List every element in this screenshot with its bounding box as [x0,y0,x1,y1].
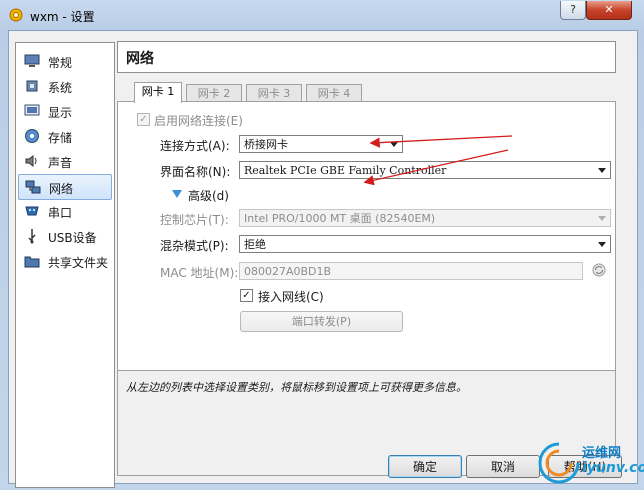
description-text: 从左边的列表中选择设置类别，将鼠标移到设置项上可获得更多信息。 [126,381,467,394]
display-icon [24,104,40,116]
adapter-name-label: 界面名称(N): [160,165,231,179]
sidebar-item-display[interactable]: 显示 [18,99,112,123]
mac-address-value: 080027A0BD1B [244,265,332,278]
watermark-brand: 运维网 [582,446,622,461]
tab-adapter-4[interactable]: 网卡 4 [306,84,362,102]
page-header: 网络 [117,41,616,73]
sidebar-item-storage[interactable]: 存储 [18,124,112,148]
advanced-toggle[interactable]: 高级(d) [188,187,229,204]
chip-icon [26,80,38,92]
speaker-icon [25,155,37,167]
cancel-button[interactable]: 取消 [466,455,540,478]
sidebar-item-shared-folders[interactable]: 共享文件夹 [18,249,112,273]
attached-to-select[interactable]: 桥接网卡 [239,135,403,153]
tab-adapter-1[interactable]: 网卡 1 [134,82,182,103]
sidebar-item-label: USB设备 [48,231,97,245]
adapter-type-label: 控制芯片(T): [160,213,229,227]
mac-address-label: MAC 地址(M): [160,266,239,280]
sidebar-item-label: 声音 [48,156,73,170]
disk-icon [25,129,39,143]
adapter-name-value: Realtek PCIe GBE Family Controller [244,164,447,177]
promiscuous-mode-value: 拒绝 [244,238,266,251]
watermark: 运维网 iyunv.com [538,440,644,486]
attached-to-label: 连接方式(A): [160,139,230,153]
adapter-type-select[interactable]: Intel PRO/1000 MT 桌面 (82540EM) [239,209,611,227]
watermark-logo-icon [538,442,580,484]
usb-icon [28,229,36,244]
tab-adapter-3[interactable]: 网卡 3 [246,84,302,102]
tab-adapter-2[interactable]: 网卡 2 [186,84,242,102]
chevron-down-icon [390,142,398,147]
cable-connected-label: 接入网线(C) [258,290,324,304]
close-window-button[interactable]: ✕ [586,1,632,20]
adapter-name-select[interactable]: Realtek PCIe GBE Family Controller [239,161,611,179]
port-forwarding-button[interactable]: 端口转发(P) [240,311,403,332]
watermark-url: iyunv.com [582,460,644,476]
promiscuous-mode-select[interactable]: 拒绝 [239,235,611,253]
sidebar-item-label: 共享文件夹 [48,256,109,270]
enable-adapter-label: 启用网络连接(E) [154,114,243,128]
settings-category-list: 常规 系统 显示 存储 声音 网络 串口 USB设备 共享文件夹 [15,42,115,488]
chevron-down-icon [598,168,606,173]
mac-address-field[interactable]: 080027A0BD1B [239,262,583,280]
cable-connected-checkbox[interactable]: ✓ [240,289,253,302]
page-title: 网络 [126,51,154,67]
sidebar-item-network[interactable]: 网络 [18,174,112,200]
adapter-type-value: Intel PRO/1000 MT 桌面 (82540EM) [244,212,436,225]
gear-icon [9,8,23,22]
sidebar-item-label: 串口 [48,206,73,220]
folder-icon [24,256,40,268]
sidebar-item-label: 网络 [49,182,74,196]
expand-triangle-icon[interactable] [172,190,182,198]
refresh-mac-icon[interactable] [591,262,607,278]
sidebar-item-label: 显示 [48,106,73,120]
network-icon [25,180,41,194]
sidebar-item-audio[interactable]: 声音 [18,149,112,173]
sidebar-item-label: 存储 [48,131,73,145]
sidebar-item-system[interactable]: 系统 [18,74,112,98]
ok-button[interactable]: 确定 [388,455,462,478]
help-window-button[interactable]: ? [560,1,586,20]
promiscuous-mode-label: 混杂模式(P): [160,239,229,253]
serial-port-icon [25,206,39,216]
title-bar[interactable]: wxm - 设置 ? ✕ [0,0,644,30]
attached-to-value: 桥接网卡 [244,138,288,151]
enable-adapter-checkbox[interactable]: ✓ [137,113,150,126]
monitor-icon [24,54,40,67]
sidebar-item-label: 系统 [48,81,73,95]
sidebar-item-label: 常规 [48,56,73,70]
sidebar-item-usb[interactable]: USB设备 [18,224,112,248]
sidebar-item-serial-ports[interactable]: 串口 [18,199,112,223]
chevron-down-icon [598,242,606,247]
sidebar-item-general[interactable]: 常规 [18,49,112,73]
chevron-down-icon [598,216,606,221]
window-title: wxm - 设置 [30,10,95,24]
